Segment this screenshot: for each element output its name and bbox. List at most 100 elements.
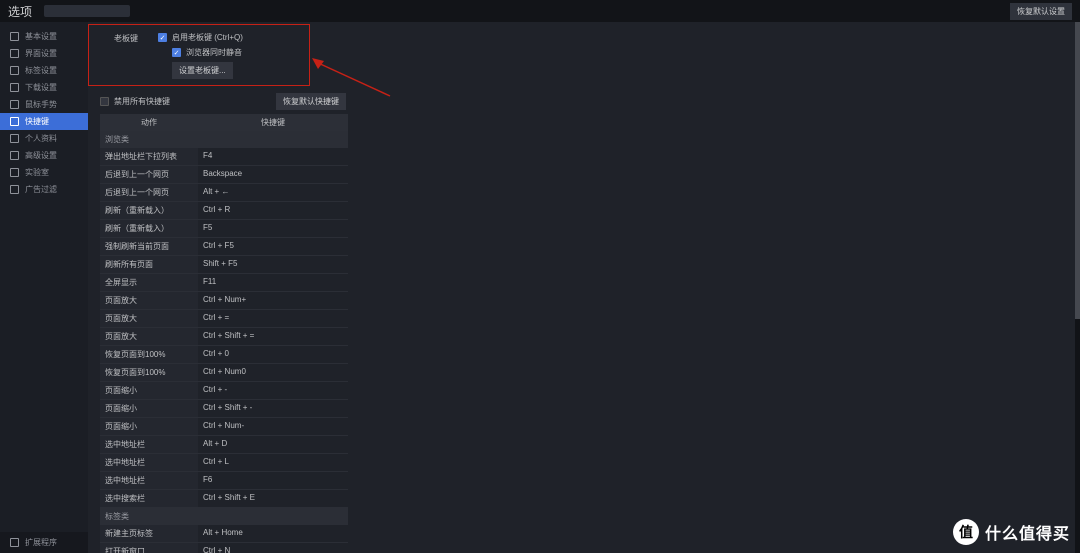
table-row[interactable]: 页面缩小Ctrl + Shift + - <box>100 400 348 418</box>
table-row[interactable]: 页面放大Ctrl + Num+ <box>100 292 348 310</box>
table-row[interactable]: 选中地址栏Alt + D <box>100 436 348 454</box>
cell-key: Ctrl + Shift + = <box>198 328 348 345</box>
table-row[interactable]: 页面放大Ctrl + Shift + = <box>100 328 348 346</box>
checkbox-checked-icon: ✓ <box>158 33 167 42</box>
sidebar-item-广告过滤[interactable]: 广告过滤 <box>0 181 88 198</box>
table-row[interactable]: 选中搜索栏Ctrl + Shift + E <box>100 490 348 508</box>
cell-key: Ctrl + L <box>198 454 348 471</box>
table-row[interactable]: 页面放大Ctrl + = <box>100 310 348 328</box>
table-row[interactable]: 刷新（重新载入）Ctrl + R <box>100 202 348 220</box>
cell-action: 新建主页标签 <box>100 525 198 542</box>
cell-key: Ctrl + Num+ <box>198 292 348 309</box>
sidebar-item-鼠标手势[interactable]: 鼠标手势 <box>0 96 88 113</box>
cell-action: 页面放大 <box>100 328 198 345</box>
scrollbar[interactable] <box>1075 22 1080 553</box>
table-row[interactable]: 刷新所有页面Shift + F5 <box>100 256 348 274</box>
table-row[interactable]: 后退到上一个网页Backspace <box>100 166 348 184</box>
gear-icon <box>10 32 19 41</box>
cell-action: 页面缩小 <box>100 382 198 399</box>
set-boss-key-button[interactable]: 设置老板键... <box>172 62 233 79</box>
sidebar-item-下载设置[interactable]: 下载设置 <box>0 79 88 96</box>
cell-key: Alt + ← <box>198 184 348 201</box>
cell-action: 后退到上一个网页 <box>100 166 198 183</box>
cell-key: Ctrl + F5 <box>198 238 348 255</box>
window-icon <box>10 49 19 58</box>
sidebar-item-高级设置[interactable]: 高级设置 <box>0 147 88 164</box>
shortcuts-table: 动作 快捷键 浏览类弹出地址栏下拉列表F4后退到上一个网页Backspace后退… <box>100 114 348 553</box>
table-row[interactable]: 新建主页标签Alt + Home <box>100 525 348 543</box>
sidebar-item-标签设置[interactable]: 标签设置 <box>0 62 88 79</box>
enable-boss-key-label: 启用老板键 (Ctrl+Q) <box>172 32 243 43</box>
col-key: 快捷键 <box>198 114 348 131</box>
cell-key: Alt + Home <box>198 525 348 542</box>
user-icon <box>10 134 19 143</box>
cell-key: F4 <box>198 148 348 165</box>
table-row[interactable]: 弹出地址栏下拉列表F4 <box>100 148 348 166</box>
sidebar-item-个人资料[interactable]: 个人资料 <box>0 130 88 147</box>
enable-boss-key-row[interactable]: ✓ 启用老板键 (Ctrl+Q) <box>158 32 243 43</box>
restore-default-shortcuts-button[interactable]: 恢复默认快捷键 <box>276 93 346 110</box>
sidebar-item-基本设置[interactable]: 基本设置 <box>0 28 88 45</box>
sidebar-item-快捷键[interactable]: 快捷键 <box>0 113 88 130</box>
boss-key-panel: 老板键 ✓ 启用老板键 (Ctrl+Q) ✓ 浏览器同时静音 设置老板键... <box>90 28 1080 89</box>
cell-action: 刷新所有页面 <box>100 256 198 273</box>
sidebar-item-extensions[interactable]: 扩展程序 <box>0 532 88 553</box>
cell-action: 弹出地址栏下拉列表 <box>100 148 198 165</box>
table-header: 动作 快捷键 <box>100 114 348 131</box>
cell-action: 刷新（重新载入） <box>100 202 198 219</box>
table-section: 浏览类 <box>100 131 348 148</box>
disable-all-shortcuts-label: 禁用所有快捷键 <box>114 96 170 107</box>
sidebar-item-实验室[interactable]: 实验室 <box>0 164 88 181</box>
cell-action: 强制刷新当前页面 <box>100 238 198 255</box>
table-row[interactable]: 恢复页面到100%Ctrl + Num0 <box>100 364 348 382</box>
col-action: 动作 <box>100 114 198 131</box>
sidebar-item-label: 扩展程序 <box>25 537 57 548</box>
download-icon <box>10 83 19 92</box>
mute-browser-label: 浏览器同时静音 <box>186 47 242 58</box>
sidebar-item-label: 基本设置 <box>25 31 57 42</box>
cell-action: 刷新（重新载入） <box>100 220 198 237</box>
sidebar-item-label: 实验室 <box>25 167 49 178</box>
cell-key: Ctrl + = <box>198 310 348 327</box>
sidebar-item-label: 快捷键 <box>25 116 49 127</box>
cell-key: F6 <box>198 472 348 489</box>
table-section: 标签类 <box>100 508 348 525</box>
cell-key: Ctrl + Num- <box>198 418 348 435</box>
cell-action: 页面缩小 <box>100 418 198 435</box>
address-box[interactable] <box>44 5 130 17</box>
cell-action: 选中地址栏 <box>100 472 198 489</box>
table-row[interactable]: 强制刷新当前页面Ctrl + F5 <box>100 238 348 256</box>
table-row[interactable]: 选中地址栏Ctrl + L <box>100 454 348 472</box>
mute-browser-row[interactable]: ✓ 浏览器同时静音 <box>172 47 243 58</box>
table-row[interactable]: 刷新（重新载入）F5 <box>100 220 348 238</box>
table-row[interactable]: 页面缩小Ctrl + - <box>100 382 348 400</box>
disable-all-shortcuts-row[interactable]: 禁用所有快捷键 <box>100 96 170 107</box>
sidebar-item-label: 广告过滤 <box>25 184 57 195</box>
restore-defaults-button[interactable]: 恢复默认设置 <box>1010 3 1072 20</box>
advanced-icon <box>10 151 19 160</box>
cell-action: 恢复页面到100% <box>100 364 198 381</box>
boss-key-label: 老板键 <box>90 32 138 44</box>
cell-key: Ctrl + 0 <box>198 346 348 363</box>
page-title: 选项 <box>8 3 32 20</box>
cell-key: Ctrl + N <box>198 543 348 553</box>
cell-key: Ctrl + Shift + - <box>198 400 348 417</box>
tab-icon <box>10 66 19 75</box>
app-header: 选项 恢复默认设置 <box>0 0 1080 22</box>
cell-action: 页面放大 <box>100 292 198 309</box>
table-row[interactable]: 后退到上一个网页Alt + ← <box>100 184 348 202</box>
table-row[interactable]: 全屏显示F11 <box>100 274 348 292</box>
cell-key: Ctrl + Shift + E <box>198 490 348 507</box>
scrollbar-thumb[interactable] <box>1075 22 1080 319</box>
table-row[interactable]: 打开新窗口Ctrl + N <box>100 543 348 553</box>
main-content: 老板键 ✓ 启用老板键 (Ctrl+Q) ✓ 浏览器同时静音 设置老板键... <box>88 22 1080 553</box>
cell-action: 选中搜索栏 <box>100 490 198 507</box>
shortcuts-panel: 禁用所有快捷键 恢复默认快捷键 动作 快捷键 浏览类弹出地址栏下拉列表F4后退到… <box>100 89 348 553</box>
table-row[interactable]: 恢复页面到100%Ctrl + 0 <box>100 346 348 364</box>
mouse-icon <box>10 100 19 109</box>
sidebar-item-界面设置[interactable]: 界面设置 <box>0 45 88 62</box>
table-row[interactable]: 选中地址栏F6 <box>100 472 348 490</box>
cell-key: Backspace <box>198 166 348 183</box>
table-row[interactable]: 页面缩小Ctrl + Num- <box>100 418 348 436</box>
sidebar-item-label: 高级设置 <box>25 150 57 161</box>
